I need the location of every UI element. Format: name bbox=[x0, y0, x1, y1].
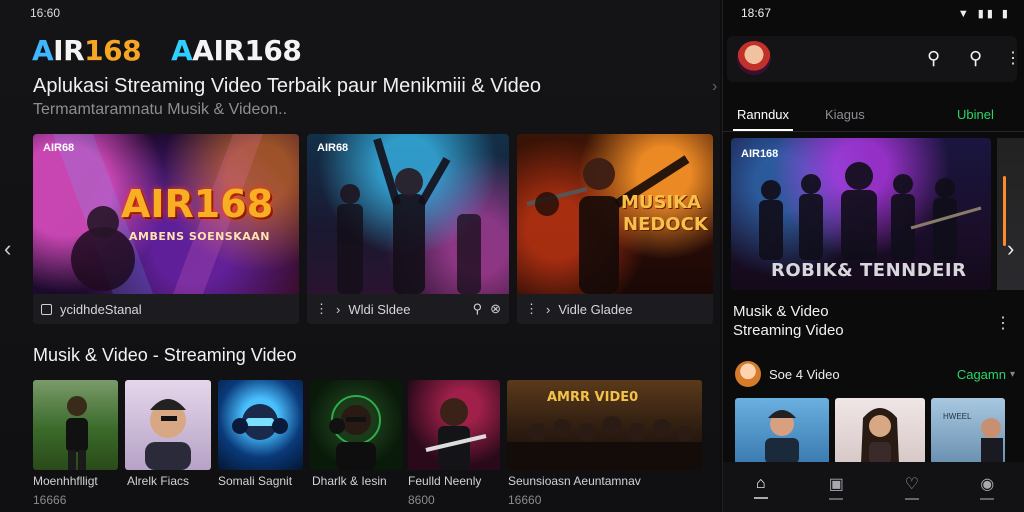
desktop-panel: 16:60 AIR168 AAIR168 Aplukasi Streaming … bbox=[0, 0, 720, 512]
chevron-right-icon: › bbox=[336, 301, 341, 317]
featured-card[interactable]: MUSIKA NEDOCK ⋮ › Vidle Gladee bbox=[517, 134, 713, 324]
card-title: AIR168 bbox=[121, 182, 274, 226]
thumbnail-title: Dharlk & Iesin bbox=[312, 474, 387, 488]
video-thumbnail[interactable] bbox=[310, 380, 402, 470]
nav-library[interactable]: ▣ bbox=[799, 462, 875, 512]
calendar-icon: ▣ bbox=[828, 476, 844, 493]
list-icon: ⋮ bbox=[525, 301, 538, 316]
tab-kiagus[interactable]: Kiagus bbox=[825, 107, 865, 122]
thumbnail-title: Feulld Neenly bbox=[408, 474, 482, 488]
more-vertical-icon[interactable]: ⋮ bbox=[995, 313, 1011, 333]
video-thumbnail[interactable] bbox=[33, 380, 118, 470]
chevron-right-icon: › bbox=[546, 301, 551, 317]
close-icon[interactable]: ⊗ bbox=[490, 301, 501, 317]
more-vertical-icon[interactable]: ⋮ bbox=[1005, 48, 1021, 68]
video-thumbnail[interactable] bbox=[835, 398, 925, 464]
hero-caption: Musik & Video Streaming Video bbox=[733, 303, 844, 339]
tab-ranndux[interactable]: Ranndux bbox=[732, 107, 794, 131]
card-bar: ⋮ › Vidle Gladee bbox=[517, 294, 713, 324]
brand-logo-secondary[interactable]: AAIR168 bbox=[171, 34, 302, 67]
video-thumbnail[interactable] bbox=[125, 380, 211, 470]
logo-row: AIR168 AAIR168 bbox=[32, 34, 302, 67]
person-icon bbox=[329, 395, 381, 470]
card-subtitle: AMBENS SOENSKAAN bbox=[129, 230, 270, 243]
list-icon: ⋮ bbox=[315, 301, 328, 316]
globe-icon: ◉ bbox=[980, 476, 995, 493]
thumbnail-tag: HWEEL bbox=[943, 412, 972, 421]
phone-status-time: 18:67 bbox=[741, 6, 772, 20]
heart-icon: ♡ bbox=[904, 476, 919, 493]
thumbnail-title: Alrelk Fiacs bbox=[127, 474, 190, 488]
card-bar: ⋮ › Wldi Sldee ⚲ ⊗ bbox=[307, 294, 509, 324]
phone-hero-card[interactable]: AIR168 ROBIK& TENNDEIR bbox=[731, 138, 991, 290]
featured-art: MUSIKA NEDOCK bbox=[517, 134, 713, 294]
hero-tag: AIR168 bbox=[741, 148, 779, 160]
chevron-down-icon[interactable]: ▾ bbox=[1010, 369, 1015, 380]
thumbnail-meta: 8600 bbox=[408, 493, 435, 507]
video-thumbnail[interactable] bbox=[218, 380, 303, 470]
card-tag: AIR68 bbox=[43, 142, 75, 154]
featured-card[interactable]: AIR68 ⋮ › Wldi Sldee ⚲ ⊗ bbox=[307, 134, 509, 324]
video-thumbnail[interactable]: AMRR VIDE0 bbox=[507, 380, 702, 470]
search-icon[interactable]: ⚲ bbox=[473, 301, 483, 317]
thumbnail-poster-text: AMRR VIDE0 bbox=[547, 390, 639, 405]
person-icon bbox=[425, 398, 487, 470]
person-icon bbox=[66, 396, 88, 470]
avatar[interactable] bbox=[737, 41, 771, 75]
section-title: Musik & Video - Streaming Video bbox=[33, 345, 297, 365]
thumbnail-meta: 16660 bbox=[508, 493, 542, 507]
hero-next-preview[interactable] bbox=[997, 138, 1024, 290]
carousel-next-icon[interactable]: › bbox=[712, 78, 717, 96]
phone-status-bar: 18:67 ▼ ▮▮ ▮ bbox=[723, 0, 1024, 26]
carousel-prev-icon[interactable]: ‹ bbox=[4, 236, 11, 262]
person-icon bbox=[765, 410, 799, 464]
brand-logo[interactable]: AIR168 bbox=[32, 34, 142, 67]
hero-title: ROBIK& TENNDEIR bbox=[771, 260, 967, 281]
wifi-signal-battery-icon: ▼ ▮▮ ▮ bbox=[957, 7, 1011, 20]
search-icon[interactable]: ⚲ bbox=[969, 48, 982, 69]
square-icon bbox=[41, 303, 52, 315]
search-icon[interactable]: ⚲ bbox=[927, 48, 940, 69]
card-bar: ycidhdeStanal bbox=[33, 294, 299, 324]
card-bar-label: ycidhdeStanal bbox=[60, 301, 142, 317]
channel-title: Soe 4 Video bbox=[769, 366, 840, 382]
video-thumbnail[interactable] bbox=[735, 398, 829, 464]
featured-art: AIR68 AIR168 AMBENS SOENSKAAN bbox=[33, 134, 299, 294]
person-icon bbox=[981, 418, 1003, 464]
channel-row[interactable]: Soe 4 Video Cagamn ▾ bbox=[735, 360, 1015, 388]
nav-home[interactable]: ⌂ bbox=[723, 462, 799, 512]
card-bar-label: Wldi Sldee bbox=[348, 301, 411, 317]
tab-ubinel[interactable]: Ubinel bbox=[957, 107, 994, 122]
performer-silhouette-icon bbox=[337, 137, 481, 294]
page-headline: Aplukasi Streaming Video Terbaik paur Me… bbox=[33, 75, 542, 97]
video-thumbnail[interactable] bbox=[408, 380, 500, 470]
featured-card[interactable]: AIR68 AIR168 AMBENS SOENSKAAN ycidhdeSta… bbox=[33, 134, 299, 324]
phone-panel: 18:67 ▼ ▮▮ ▮ ⚲ ⚲ ⋮ Ranndux Kiagus Ubinel bbox=[722, 0, 1024, 512]
thumbnail-title: Seunsioasn Aeuntamnav bbox=[508, 474, 641, 488]
channel-link[interactable]: Cagamn bbox=[957, 367, 1006, 382]
card-tag: AIR68 bbox=[317, 142, 349, 154]
featured-art: AIR68 bbox=[307, 134, 509, 294]
person-icon bbox=[232, 404, 288, 440]
app-root: 16:60 AIR168 AAIR168 Aplukasi Streaming … bbox=[0, 0, 1024, 512]
nav-profile[interactable]: ◉ bbox=[950, 462, 1024, 512]
thumbnail-meta: 16666 bbox=[33, 493, 67, 507]
home-icon: ⌂ bbox=[755, 475, 766, 492]
page-subheadline: Termamtaramnatu Musik & Videon.. bbox=[33, 101, 288, 118]
thumbnail-title: Somali Sagnit bbox=[218, 474, 293, 488]
person-icon bbox=[145, 399, 191, 470]
person-icon bbox=[861, 408, 899, 464]
card-title: MUSIKA bbox=[621, 192, 702, 213]
avatar[interactable] bbox=[735, 361, 761, 387]
thumbnail-title: Moenhhflligt bbox=[33, 474, 98, 488]
status-time: 16:60 bbox=[30, 6, 61, 20]
card-bar-label: Vidle Gladee bbox=[558, 301, 633, 317]
card-subtitle: NEDOCK bbox=[623, 214, 708, 235]
bottom-nav: ⌂ ▣ ♡ ◉ bbox=[723, 462, 1024, 512]
phone-header: ⚲ ⚲ ⋮ bbox=[727, 36, 1021, 82]
nav-favorites[interactable]: ♡ bbox=[874, 462, 950, 512]
phone-tabs: Ranndux Kiagus Ubinel bbox=[723, 102, 1024, 132]
video-thumbnail[interactable]: HWEEL bbox=[931, 398, 1005, 464]
chevron-right-icon[interactable]: › bbox=[1007, 236, 1014, 262]
